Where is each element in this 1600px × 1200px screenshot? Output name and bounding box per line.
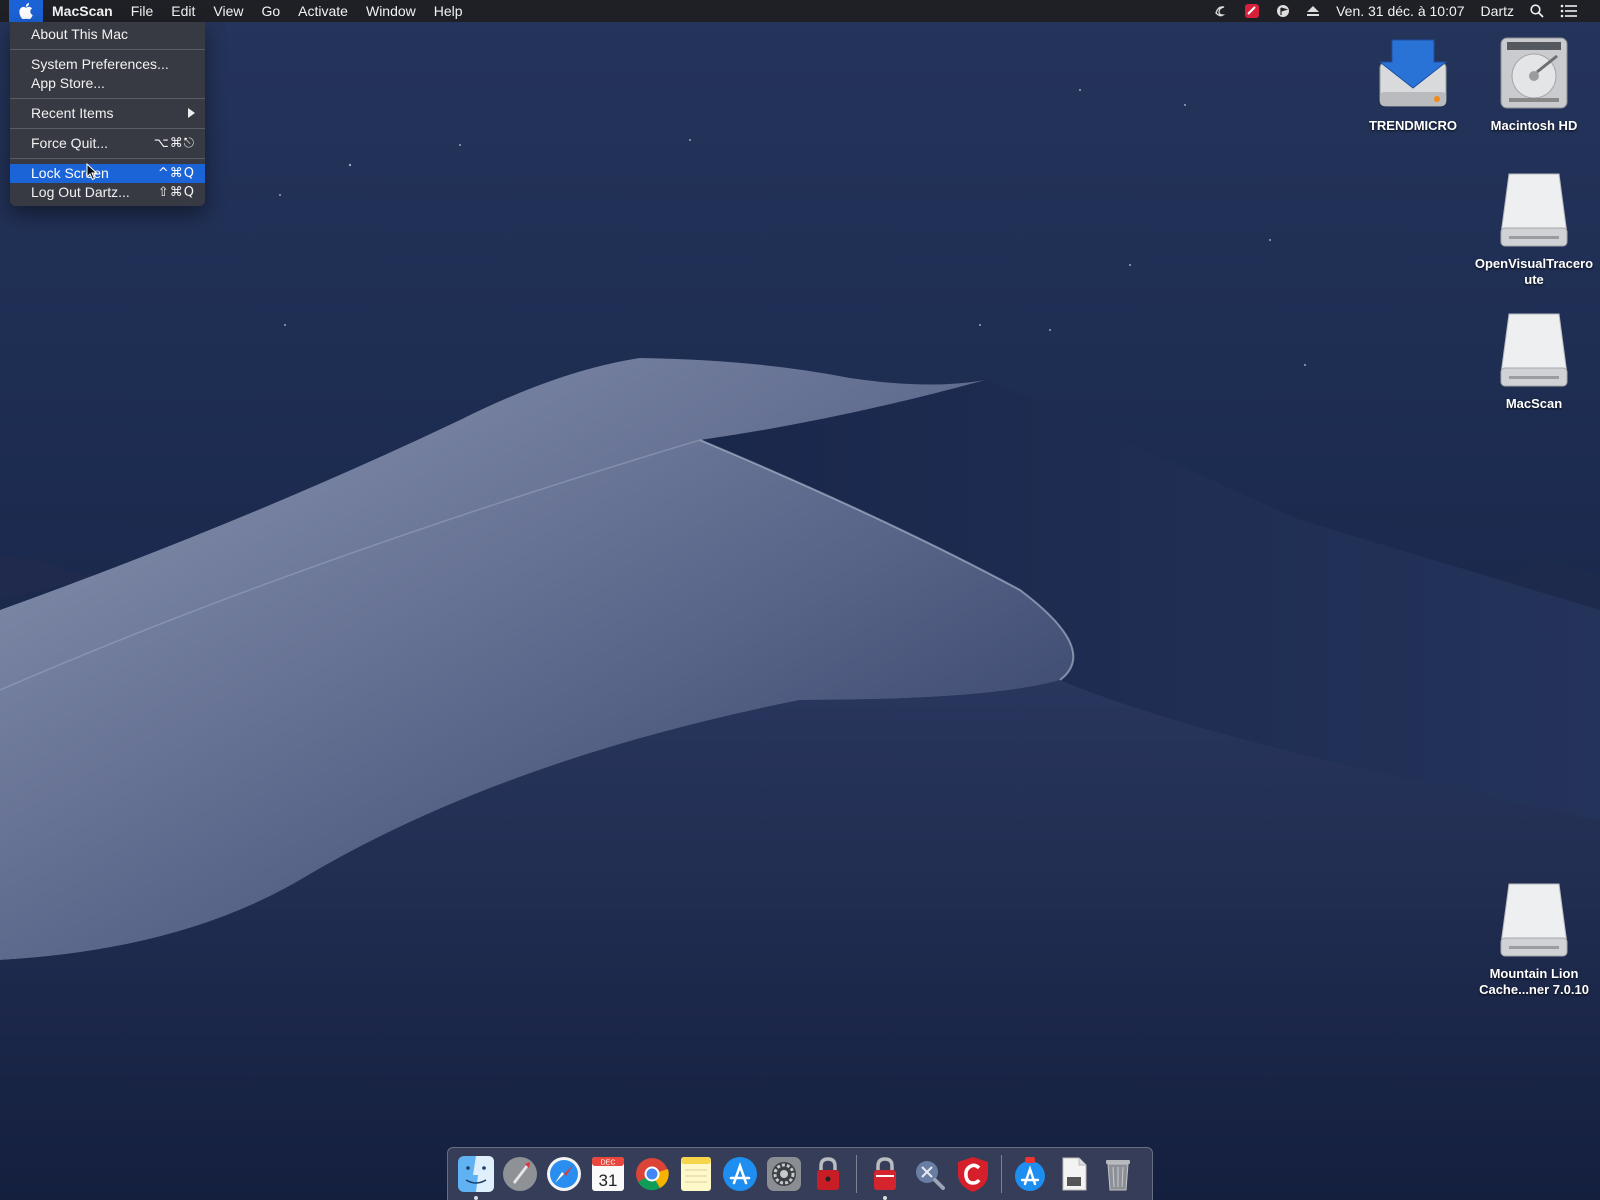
- desktop-icon-label: MacScan: [1505, 396, 1563, 411]
- desktop-icon-trendmicro[interactable]: TRENDMICRO: [1353, 32, 1473, 134]
- menubar-clock[interactable]: Ven. 31 déc. à 10:07: [1328, 0, 1472, 22]
- calendar-day-text: 31: [599, 1171, 618, 1190]
- submenu-arrow-icon: [187, 104, 195, 123]
- menu-item-force-quit[interactable]: Force Quit... ⌥⌘⎋: [10, 134, 205, 153]
- safari-icon[interactable]: [544, 1154, 584, 1194]
- desktop-icon-mountain-lion-cache-cleaner[interactable]: Mountain Lion Cache...ner 7.0.10: [1474, 880, 1594, 998]
- notification-center-icon[interactable]: [1552, 4, 1586, 18]
- c-shield-icon[interactable]: [953, 1154, 993, 1194]
- flag-status-icon[interactable]: [1268, 4, 1298, 18]
- menu-item-shortcut: ⇧⌘Q: [157, 185, 195, 200]
- dock-separator: [1001, 1155, 1002, 1193]
- dock-separator: [856, 1155, 857, 1193]
- menu-item-recent-items[interactable]: Recent Items: [10, 104, 205, 123]
- desktop-icon-label: OpenVisualTraceroute: [1474, 256, 1594, 287]
- app-store-downloads-icon[interactable]: [1010, 1154, 1050, 1194]
- chrome-icon[interactable]: [632, 1154, 672, 1194]
- menu-item-shortcut: ^⌘Q: [157, 166, 195, 181]
- disk-image-icon: [1495, 880, 1573, 962]
- menu-item-lock-screen[interactable]: Lock Screen ^⌘Q: [10, 162, 205, 183]
- menu-activate[interactable]: Activate: [289, 0, 357, 22]
- menu-item-label: System Preferences...: [31, 56, 169, 72]
- dock: DEC 31: [447, 1147, 1153, 1200]
- apple-menu-dropdown: About This Mac System Preferences... App…: [10, 22, 205, 206]
- menu-item-system-preferences[interactable]: System Preferences...: [10, 55, 205, 74]
- trash-icon[interactable]: [1098, 1154, 1138, 1194]
- menu-item-log-out[interactable]: Log Out Dartz... ⇧⌘Q: [10, 183, 205, 202]
- app-store-icon[interactable]: [720, 1154, 760, 1194]
- document-icon[interactable]: [1054, 1154, 1094, 1194]
- menu-item-label: App Store...: [31, 75, 105, 91]
- calendar-icon[interactable]: DEC 31: [588, 1154, 628, 1194]
- finder-icon[interactable]: [456, 1154, 496, 1200]
- menu-item-about-this-mac[interactable]: About This Mac: [10, 25, 205, 44]
- menu-separator: [10, 158, 205, 159]
- menu-separator: [10, 128, 205, 129]
- desktop-icon-macintosh-hd[interactable]: Macintosh HD: [1474, 32, 1594, 134]
- menu-item-label: Log Out Dartz...: [31, 184, 130, 200]
- notes-icon[interactable]: [676, 1154, 716, 1194]
- disk-image-icon: [1495, 310, 1573, 392]
- launchpad-icon[interactable]: [500, 1154, 540, 1194]
- trendmicro-status-icon[interactable]: [1236, 3, 1268, 19]
- menu-separator: [10, 49, 205, 50]
- menu-go[interactable]: Go: [252, 0, 289, 22]
- desktop-icon-openvisualtraceroute[interactable]: OpenVisualTraceroute: [1474, 170, 1594, 288]
- apple-logo-icon: [19, 3, 33, 19]
- menu-window[interactable]: Window: [357, 0, 425, 22]
- menu-app-name[interactable]: MacScan: [43, 0, 122, 22]
- menu-item-label: Recent Items: [31, 105, 114, 121]
- swirl-status-icon[interactable]: [1206, 4, 1236, 18]
- running-indicator: [883, 1196, 887, 1200]
- menu-item-shortcut: ⌥⌘⎋: [153, 136, 195, 151]
- menu-item-app-store[interactable]: App Store...: [10, 74, 205, 93]
- desktop-icon-label: Macintosh HD: [1490, 118, 1578, 133]
- menu-item-label: Force Quit...: [31, 135, 109, 151]
- macscan-icon[interactable]: [865, 1154, 905, 1200]
- status-area: Ven. 31 déc. à 10:07 Dartz: [1206, 0, 1600, 22]
- disk-image-icon: [1495, 170, 1573, 252]
- installer-disk-icon: [1374, 32, 1452, 114]
- hard-drive-icon: [1495, 32, 1573, 114]
- desktop-icon-label: TRENDMICRO: [1368, 118, 1458, 133]
- menu-bar: MacScan File Edit View Go Activate Windo…: [0, 0, 1600, 22]
- system-preferences-icon[interactable]: [764, 1154, 804, 1194]
- utility-icon[interactable]: [909, 1154, 949, 1194]
- desktop-icon-label: Mountain Lion Cache...ner 7.0.10: [1479, 966, 1589, 997]
- eject-icon[interactable]: [1298, 5, 1328, 17]
- menu-item-label: About This Mac: [31, 26, 129, 42]
- lock-app-icon[interactable]: [808, 1154, 848, 1194]
- menu-file[interactable]: File: [122, 0, 163, 22]
- calendar-month-text: DEC: [601, 1160, 616, 1167]
- menu-edit[interactable]: Edit: [162, 0, 204, 22]
- menu-view[interactable]: View: [204, 0, 252, 22]
- desktop-icon-macscan[interactable]: MacScan: [1474, 310, 1594, 412]
- menu-separator: [10, 98, 205, 99]
- menu-help[interactable]: Help: [425, 0, 472, 22]
- desktop-wallpaper: [0, 0, 1600, 1200]
- running-indicator: [474, 1196, 478, 1200]
- spotlight-search-icon[interactable]: [1522, 4, 1552, 18]
- menubar-user[interactable]: Dartz: [1473, 0, 1522, 22]
- apple-menu-button[interactable]: [9, 0, 43, 22]
